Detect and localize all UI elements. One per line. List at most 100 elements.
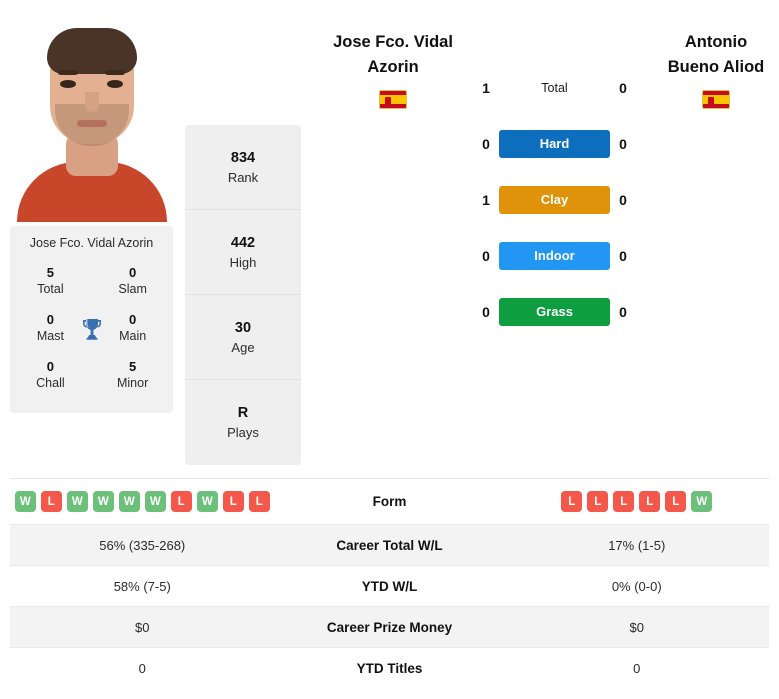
left-titles-grid: 5 Total 0 Slam 0 Mast 0 Main 0 Chall 5 M…	[10, 252, 173, 413]
table-row-ytd-titles: 0 YTD Titles 0	[10, 647, 769, 688]
form-badge-l[interactable]: L	[665, 491, 687, 512]
title-total: 5 Total	[22, 265, 79, 298]
title-value: 0	[46, 312, 54, 327]
form-badge-w[interactable]: W	[66, 491, 88, 512]
right-player-name[interactable]: Antonio Bueno Aliod	[636, 30, 779, 80]
head-to-head-column: 1 Total 0 0 Hard 0 1 Clay 0 0 Indoor 0 0…	[473, 8, 636, 326]
h2h-right-score: 0	[619, 248, 627, 264]
titles-row: 0 Mast 0 Main	[16, 305, 167, 352]
h2h-row-indoor: 0 Indoor 0	[473, 242, 636, 270]
surface-chip-indoor[interactable]: Indoor	[499, 242, 610, 270]
form-badge-w[interactable]: W	[92, 491, 114, 512]
table-row-career-prize-money: $0 Career Prize Money $0	[10, 606, 769, 647]
spain-flag-icon	[702, 90, 730, 109]
title-value: 0	[46, 359, 54, 374]
title-value: 5	[46, 265, 54, 280]
h2h-row-hard: 0 Hard 0	[473, 130, 636, 158]
h2h-left-score: 0	[482, 136, 490, 152]
left-player-name-line1: Jose Fco. Vidal	[333, 33, 453, 51]
title-label: Total	[37, 282, 64, 296]
form-badge-w[interactable]: W	[144, 491, 166, 512]
flag-crest	[708, 97, 714, 105]
h2h-surface: Indoor	[499, 242, 610, 270]
rank-label: Rank	[227, 169, 259, 185]
h2h-right-score: 0	[619, 304, 627, 320]
left-career-total-wl: 56% (335-268)	[99, 537, 186, 553]
title-chall: 0 Chall	[22, 359, 79, 392]
right-player-name-line2: Bueno Aliod	[667, 58, 765, 76]
titles-row: 0 Chall 5 Minor	[16, 352, 167, 399]
surface-chip-hard[interactable]: Hard	[499, 130, 610, 158]
title-label: Main	[119, 329, 147, 343]
row-label-career-prize-money: Career Prize Money	[326, 619, 453, 635]
rank-label: Age	[231, 339, 255, 355]
form-badge-l[interactable]: L	[170, 491, 192, 512]
title-main: 0 Main	[104, 312, 161, 345]
h2h-row-grass: 0 Grass 0	[473, 298, 636, 326]
form-badge-w[interactable]: W	[14, 491, 36, 512]
h2h-surface: Hard	[499, 130, 610, 158]
h2h-row-total: 1 Total 0	[473, 74, 636, 102]
trophy-icon	[79, 317, 104, 341]
h2h-comparison-page: Jose Fco. Vidal Azorin 5 Total 0 Slam 0	[0, 0, 779, 699]
form-badge-l[interactable]: L	[248, 491, 270, 512]
titles-row: 5 Total 0 Slam	[16, 258, 167, 305]
left-player-name[interactable]: Jose Fco. Vidal Azorin	[313, 30, 473, 80]
h2h-left-score: 1	[482, 192, 490, 208]
form-badges-right: LLLLLW	[505, 491, 770, 512]
form-badge-l[interactable]: L	[561, 491, 583, 512]
row-label-ytd-wl: YTD W/L	[361, 578, 418, 594]
player-comparison-header: Jose Fco. Vidal Azorin 5 Total 0 Slam 0	[0, 0, 779, 478]
photo-eye-left	[60, 80, 76, 88]
form-badge-w[interactable]: W	[118, 491, 140, 512]
title-value: 0	[129, 312, 137, 327]
flag-band	[703, 95, 729, 104]
title-mast: 0 Mast	[22, 312, 79, 345]
form-badge-l[interactable]: L	[40, 491, 62, 512]
right-player-name-line1: Antonio	[684, 33, 748, 51]
rank-cell-high: 442 High	[185, 210, 301, 295]
left-ytd-wl: 58% (7-5)	[113, 578, 171, 594]
rank-cell-plays: R Plays	[185, 380, 301, 465]
left-player-name-line2: Azorin	[367, 58, 419, 76]
photo-brow-left	[58, 70, 78, 75]
right-career-total-wl: 17% (1-5)	[608, 537, 666, 553]
h2h-surface: Grass	[499, 298, 610, 326]
comparison-table: WLWWWWLWLL Form LLLLLW 56% (335-268) Car…	[10, 478, 769, 688]
right-career-prize-money: $0	[629, 619, 644, 635]
title-label: Slam	[118, 282, 147, 296]
left-player-photo[interactable]	[10, 8, 173, 222]
form-badge-l[interactable]: L	[639, 491, 661, 512]
form-badge-w[interactable]: W	[691, 491, 713, 512]
form-badge-w[interactable]: W	[196, 491, 218, 512]
h2h-left-score: 0	[482, 304, 490, 320]
title-label: Mast	[36, 329, 64, 343]
flag-band	[380, 95, 406, 104]
title-value: 0	[129, 265, 137, 280]
rank-label: Plays	[227, 425, 259, 440]
title-value: 5	[129, 359, 137, 374]
surface-chip-clay[interactable]: Clay	[499, 186, 610, 214]
photo-eye-right	[107, 80, 123, 88]
right-ytd-titles: 0	[633, 660, 641, 676]
surface-chip-grass[interactable]: Grass	[499, 298, 610, 326]
left-ytd-titles: 0	[138, 660, 146, 676]
h2h-row-clay: 1 Clay 0	[473, 186, 636, 214]
right-form: LLLLLW	[505, 491, 770, 512]
h2h-right-score: 0	[619, 80, 627, 96]
h2h-surface: Total	[499, 79, 610, 97]
form-badge-l[interactable]: L	[222, 491, 244, 512]
row-label-form: Form	[372, 494, 407, 509]
spain-flag-icon	[379, 90, 407, 109]
h2h-left-score: 1	[482, 80, 490, 96]
photo-brow-right	[105, 70, 125, 75]
form-badge-l[interactable]: L	[613, 491, 635, 512]
photo-hair	[46, 28, 137, 74]
form-badge-l[interactable]: L	[587, 491, 609, 512]
rank-value: 442	[230, 234, 256, 251]
flag-crest	[385, 97, 391, 105]
rank-value: 30	[234, 319, 252, 336]
row-label-career-total-wl: Career Total W/L	[336, 537, 443, 553]
left-form: WLWWWWLWLL	[10, 491, 275, 512]
h2h-right-score: 0	[619, 136, 627, 152]
